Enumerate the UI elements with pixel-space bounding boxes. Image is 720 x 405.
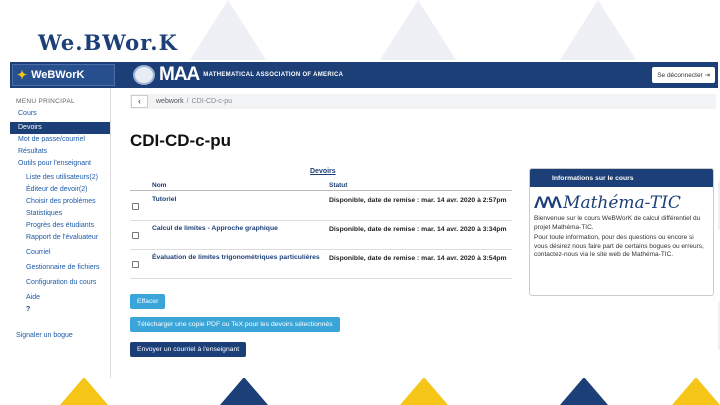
course-info-panel: Informations sur le cours ΛΛΛ Mathéma-TI… (529, 168, 714, 296)
download-hardcopy-button[interactable]: Télécharger une copie PDF ou TeX pour le… (130, 317, 340, 332)
maa-logo[interactable]: MAA MATHEMATICAL ASSOCIATION OF AMERICA (133, 64, 343, 86)
header-status[interactable]: Statut (329, 182, 347, 189)
footer-triangle (560, 377, 608, 405)
footer-triangle (400, 377, 448, 405)
sidebar-item-statistics[interactable]: Statistiques (10, 208, 110, 220)
help-icon[interactable]: ? (10, 304, 110, 316)
email-instructor-button[interactable]: Envoyer un courriel à l'enseignant (130, 342, 247, 357)
breadcrumb-root[interactable]: webwork (156, 98, 184, 105)
breadcrumb-separator: / (186, 98, 189, 105)
webwork-logo-text: WeBWorK (31, 69, 85, 81)
breadcrumb: ‹ webwork / CDI-CD-c-pu (130, 94, 716, 109)
background-triangle (560, 0, 636, 60)
footer-triangle (672, 377, 720, 405)
sidebar-item-cours[interactable]: Cours (10, 108, 110, 120)
assignment-link[interactable]: Évaluation de limites trigonométriques p… (152, 250, 329, 278)
sidebar-item-course-config[interactable]: Configuration du cours (10, 277, 110, 289)
maa-full-name: MATHEMATICAL ASSOCIATION OF AMERICA (203, 72, 344, 78)
webwork-logo[interactable]: ✦ WeBWorK (12, 64, 115, 86)
mathema-tic-mark-icon: ΛΛΛ (534, 193, 562, 212)
webwork-star-icon: ✦ (17, 68, 28, 82)
back-button[interactable]: ‹ (131, 95, 148, 108)
page-title: CDI-CD-c-pu (130, 131, 232, 150)
table-row: Calcul de limites - Approche graphique D… (130, 221, 512, 250)
footer-triangle (60, 377, 108, 405)
sidebar-item-scorer-report[interactable]: Rapport de l'évaluateur (10, 232, 110, 244)
sidebar-item-devoirs[interactable]: Devoirs (10, 122, 110, 134)
sidebar-item-choose-problems[interactable]: Choisir des problèmes (10, 196, 110, 208)
globe-icon (133, 65, 155, 85)
assignment-link[interactable]: Calcul de limites - Approche graphique (152, 221, 329, 249)
table-row: Évaluation de limites trigonométriques p… (130, 250, 512, 279)
sidebar-item-instructor-tools[interactable]: Outils pour l'enseignant (10, 158, 110, 170)
row-checkbox[interactable] (130, 250, 152, 278)
table-header: Nom Statut (130, 177, 512, 191)
sidebar-item-help[interactable]: Aide (10, 292, 110, 304)
course-info-welcome: Bienvenue sur le cours WeBWorK de calcul… (534, 215, 701, 231)
course-info-contact: Pour toute information, pour des questio… (534, 234, 704, 258)
sidebar-item-results[interactable]: Résultats (10, 146, 110, 158)
mathema-tic-logo: ΛΛΛ Mathéma-TIC (530, 187, 713, 213)
sidebar-item-student-progress[interactable]: Progrès des étudiants (10, 220, 110, 232)
sidebar-item-email[interactable]: Courriel (10, 247, 110, 259)
sidebar-item-user-list[interactable]: Liste des utilisateurs(2) (10, 172, 110, 184)
row-checkbox[interactable] (130, 221, 152, 249)
assignment-link[interactable]: Tutoriel (152, 192, 329, 220)
top-bar: ✦ WeBWorK MAA MATHEMATICAL ASSOCIATION O… (10, 62, 718, 88)
table-row: Tutoriel Disponible, date de remise : ma… (130, 192, 512, 221)
logout-icon: ⇥ (704, 72, 710, 79)
course-info-heading: Informations sur le cours (530, 169, 713, 187)
row-checkbox[interactable] (130, 192, 152, 220)
assignment-status: Disponible, date de remise : mar. 14 avr… (329, 197, 507, 204)
slide-footer (0, 375, 720, 405)
sidebar-item-password[interactable]: Mot de passe/courriel (10, 134, 110, 146)
assignment-status: Disponible, date de remise : mar. 14 avr… (329, 255, 507, 262)
logout-label: Se déconnecter (657, 72, 703, 79)
breadcrumb-current: CDI-CD-c-pu (191, 98, 233, 105)
sidebar: MENU PRINCIPAL Cours Devoirs Mot de pass… (10, 88, 111, 378)
background-triangle (380, 0, 456, 60)
main-content: ‹ webwork / CDI-CD-c-pu CDI-CD-c-pu Devo… (127, 88, 718, 378)
sidebar-item-set-editor[interactable]: Éditeur de devoir(2) (10, 184, 110, 196)
delete-button[interactable]: Effacer (130, 294, 166, 309)
slide-title: We.BWor.K (38, 30, 178, 55)
assignments-table: Nom Statut Tutoriel Disponible, date de … (130, 182, 512, 279)
sidebar-item-report-bug[interactable]: Signaler un bogue (10, 330, 110, 342)
webwork-screenshot: ✦ WeBWorK MAA MATHEMATICAL ASSOCIATION O… (10, 62, 718, 378)
sidebar-item-file-manager[interactable]: Gestionnaire de fichiers (10, 262, 110, 274)
maa-acronym: MAA (159, 64, 200, 85)
assignment-status: Disponible, date de remise : mar. 14 avr… (329, 226, 507, 233)
header-name[interactable]: Nom (152, 182, 329, 189)
logout-button[interactable]: Se déconnecter ⇥ (652, 67, 715, 83)
menu-heading: MENU PRINCIPAL (16, 98, 75, 105)
footer-triangle (220, 377, 268, 405)
table-caption: Devoirs (310, 168, 336, 175)
mathema-tic-logo-text: Mathéma-TIC (563, 193, 681, 213)
background-triangle (190, 0, 266, 60)
